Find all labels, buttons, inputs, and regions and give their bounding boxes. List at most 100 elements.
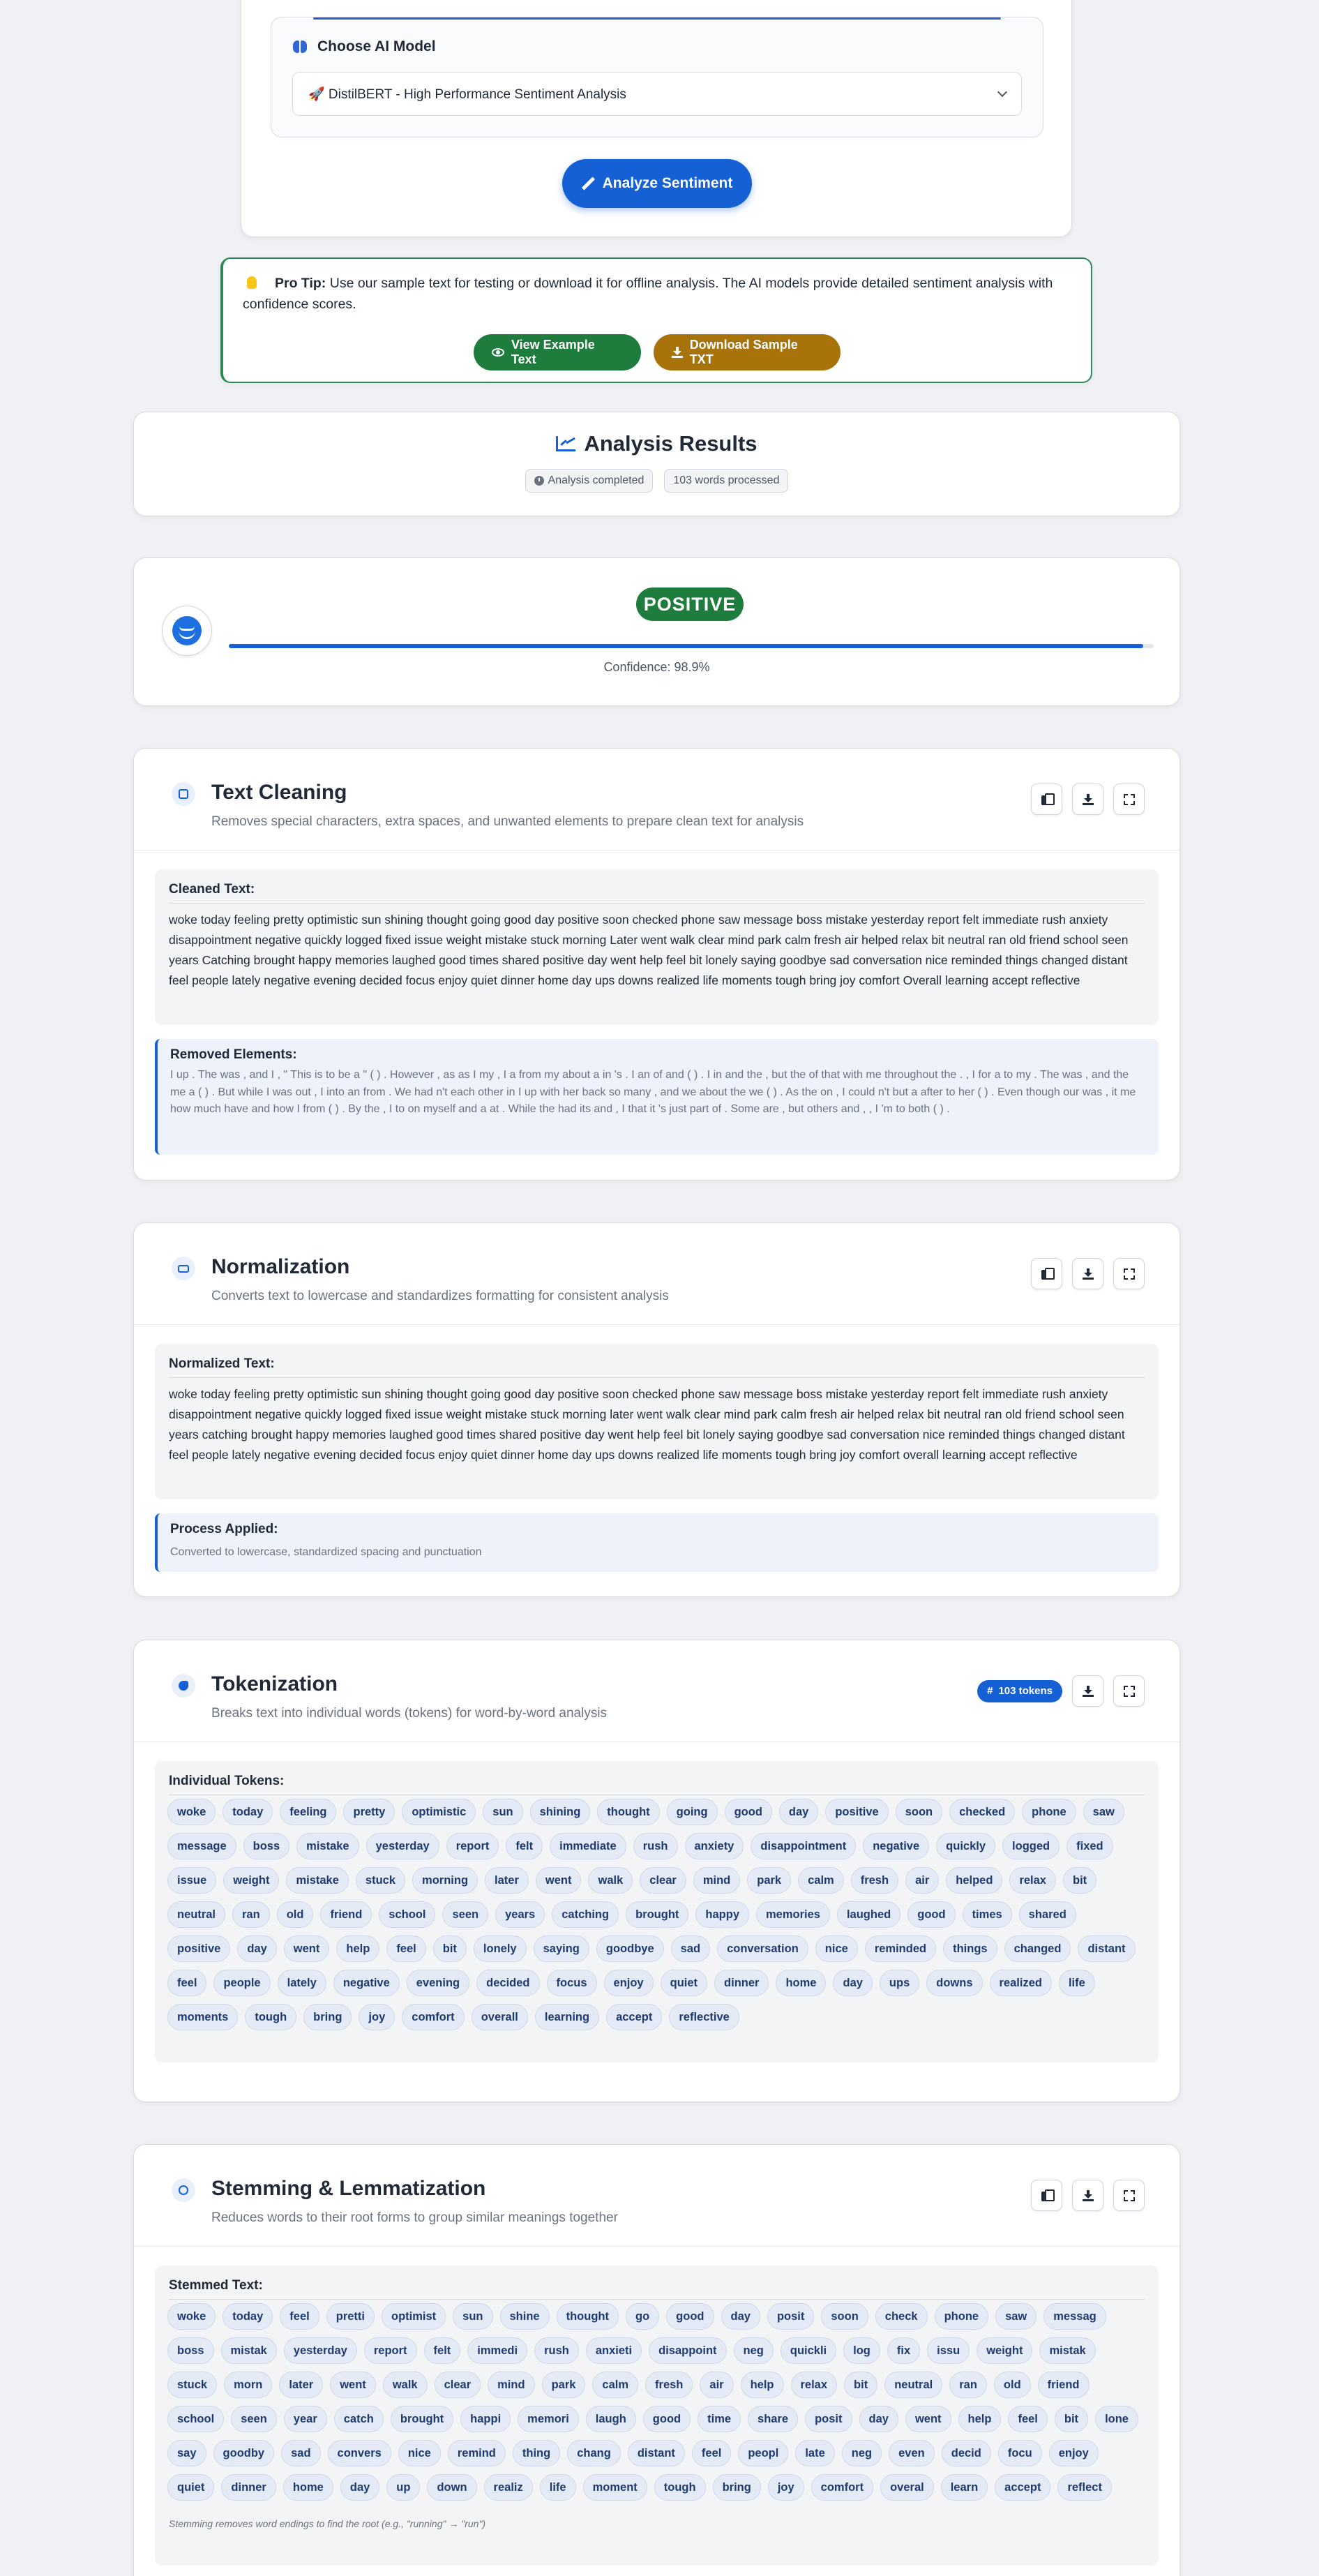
token-chip: fixed (1066, 1833, 1113, 1859)
stem-chip: life (539, 2474, 576, 2501)
step-header: Tokenization Breaks text into individual… (134, 1640, 1179, 1742)
expand-button[interactable] (1113, 2180, 1145, 2211)
model-select[interactable]: 🚀 DistilBERT - High Performance Sentimen… (292, 72, 1022, 116)
stem-chip: quiet (167, 2474, 215, 2501)
confidence-bar (229, 644, 1154, 648)
token-chip: today (223, 1799, 273, 1825)
model-card: Choose AI Model 🚀 DistilBERT - High Perf… (241, 0, 1072, 237)
stem-chip: woke (167, 2303, 216, 2330)
token-chip: relax (1009, 1867, 1056, 1894)
token-chip: focus (546, 1970, 597, 1996)
stem-chip: bit (844, 2372, 878, 2398)
cleaned-text: woke today feeling pretty optimistic sun… (169, 913, 1129, 987)
stem-chip: remind (447, 2440, 506, 2466)
stem-chip: good (666, 2303, 714, 2330)
stem-chip: reflect (1057, 2474, 1112, 2501)
expand-button[interactable] (1113, 1258, 1145, 1289)
removed-elements-panel: Removed Elements: I up . The was , and I… (155, 1039, 1159, 1155)
token-chip: issue (167, 1867, 217, 1894)
expand-icon (1123, 2189, 1135, 2201)
token-chip: weight (223, 1867, 280, 1894)
token-chip: went (535, 1867, 582, 1894)
expand-icon (1123, 1685, 1135, 1697)
download-button[interactable] (1072, 784, 1103, 815)
token-chip: accept (606, 2004, 663, 2030)
step-header: Stemming & Lemmatization Reduces words t… (134, 2145, 1179, 2247)
stem-chip: go (626, 2303, 660, 2330)
token-chip: air (905, 1867, 940, 1894)
copy-button[interactable] (1031, 2180, 1062, 2211)
token-chip: nice (815, 1935, 858, 1962)
download-sample-button[interactable]: Download Sample TXT (654, 334, 841, 370)
sentiment-card: POSITIVE Confidence: 98.9% (133, 557, 1180, 706)
stem-chip: realiz (483, 2474, 533, 2501)
token-chip: walk (588, 1867, 633, 1894)
step-title: Tokenization (211, 1672, 338, 1695)
step-header: Normalization Converts text to lowercase… (134, 1223, 1179, 1325)
keyboard-icon (172, 1257, 195, 1280)
step-title: Stemming & Lemmatization (211, 2177, 486, 2200)
stem-chip: happi (460, 2406, 511, 2432)
copy-icon (1041, 1267, 1055, 1280)
copy-button[interactable] (1031, 784, 1062, 815)
stem-chip: clear (434, 2372, 481, 2398)
download-button[interactable] (1072, 1258, 1103, 1289)
status-badge: Analysis completed (525, 469, 654, 493)
token-chip: reflective (669, 2004, 739, 2030)
stem-chip: up (386, 2474, 421, 2501)
stem-chip: neg (733, 2337, 774, 2364)
brain-icon (292, 39, 308, 54)
stem-chip: chang (567, 2440, 621, 2466)
expand-button[interactable] (1113, 1675, 1145, 1707)
token-chip: dinner (714, 1970, 769, 1996)
stem-chip: rush (534, 2337, 579, 2364)
stem-chip: today (223, 2303, 273, 2330)
stem-chip: nice (398, 2440, 441, 2466)
stem-chip: disappoint (649, 2337, 727, 2364)
download-button[interactable] (1072, 2180, 1103, 2211)
token-chip: report (446, 1833, 499, 1859)
stem-chip: fresh (645, 2372, 693, 2398)
step-subtitle: Breaks text into individual words (token… (211, 1706, 608, 1721)
stem-chip: optimist (381, 2303, 446, 2330)
step-title: Text Cleaning (211, 781, 347, 804)
stem-chip: enjoy (1048, 2440, 1099, 2466)
stem-chip: help (958, 2406, 1002, 2432)
token-chip: good (724, 1799, 772, 1825)
stem-chip: park (541, 2372, 586, 2398)
download-icon (1082, 1685, 1094, 1697)
analyze-sentiment-button[interactable]: Analyze Sentiment (562, 159, 752, 208)
stem-chip: log (843, 2337, 880, 2364)
token-chip: negative (863, 1833, 930, 1859)
stem-chip: memori (518, 2406, 579, 2432)
token-chip: morning (412, 1867, 478, 1894)
stem-chip: moment (582, 2474, 647, 2501)
stem-chip: distant (627, 2440, 685, 2466)
stemmed-text-panel: Stemmed Text: woke today feel pretti optimis… (155, 2266, 1159, 2566)
view-example-button[interactable]: View Example Text (474, 334, 641, 370)
stem-chip: calm (592, 2372, 639, 2398)
token-chip: decided (476, 1970, 540, 1996)
stem-chip: yesterday (283, 2337, 357, 2364)
stem-chip: time (698, 2406, 741, 2432)
token-chip: phone (1022, 1799, 1076, 1825)
stem-chip: catch (333, 2406, 384, 2432)
stem-chip: brought (390, 2406, 454, 2432)
stem-chip: goodby (213, 2440, 275, 2466)
token-chip: bring (303, 2004, 352, 2030)
download-button[interactable] (1072, 1675, 1103, 1707)
expand-button[interactable] (1113, 784, 1145, 815)
stem-chip: good (642, 2406, 691, 2432)
copy-icon (1041, 793, 1055, 806)
copy-button[interactable] (1031, 1258, 1062, 1289)
token-chip: mind (693, 1867, 741, 1894)
token-chip: old (276, 1901, 314, 1928)
download-icon (672, 347, 683, 358)
chevron-down-icon (997, 87, 1008, 98)
token-chip: bit (432, 1935, 467, 1962)
token-chip: joy (359, 2004, 395, 2030)
stem-chip: neutral (884, 2372, 943, 2398)
stem-chip: convers (327, 2440, 391, 2466)
analysis-results-card: Analysis Results Analysis completed 103 … (133, 412, 1180, 516)
token-chip: downs (926, 1970, 983, 1996)
